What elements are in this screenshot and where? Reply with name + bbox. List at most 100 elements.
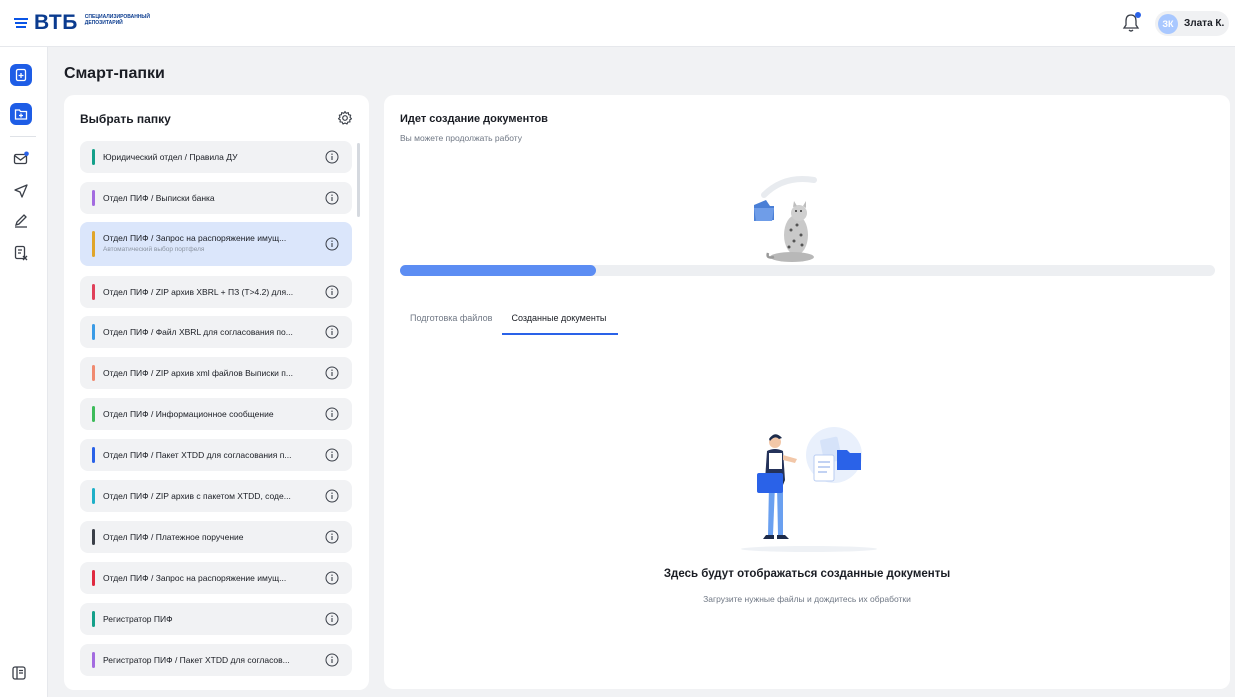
folder-color-marker [92,529,95,545]
pen-icon[interactable] [11,211,31,231]
folder-text: Регистратор ПИФ [103,614,316,624]
folder-item[interactable]: Отдел ПИФ / Файл XBRL для согласования п… [80,316,352,348]
folder-text: Отдел ПИФ / Выписки банка [103,193,316,203]
empty-state-subtitle: Загрузите нужные файлы и дождитесь их об… [703,594,911,604]
folder-text: Отдел ПИФ / ZIP архив с пакетом XTDD, со… [103,491,316,501]
page-title: Смарт-папки [64,65,165,82]
rail-divider [10,136,36,137]
tab-created-documents[interactable]: Созданные документы [502,307,619,335]
folder-text: Регистратор ПИФ / Пакет XTDD для согласо… [103,655,316,665]
folder-text: Отдел ПИФ / Информационное сообщение [103,409,316,419]
folder-plus-icon[interactable] [10,103,32,125]
folder-item[interactable]: Отдел ПИФ / ZIP архив XBRL + ПЗ (T>4.2) … [80,276,352,308]
folder-item[interactable]: Отдел ПИФ / ZIP архив xml файлов Выписки… [80,357,352,389]
folder-item[interactable]: Регистратор ПИФ [80,603,352,635]
folder-color-marker [92,190,95,206]
folder-item[interactable]: Отдел ПИФ / Выписки банка [80,182,352,214]
info-icon[interactable] [325,285,339,299]
user-menu-button[interactable]: ЗК Злата К. [1155,11,1229,36]
folder-color-marker [92,447,95,463]
folder-text: Отдел ПИФ / Запрос на распоряжение имущ.… [103,573,316,583]
folder-color-marker [92,652,95,668]
folder-label: Отдел ПИФ / Файл XBRL для согласования п… [103,327,293,337]
notification-dot [1135,12,1141,18]
folder-color-marker [92,611,95,627]
folder-label: Регистратор ПИФ / Пакет XTDD для согласо… [103,655,290,665]
top-bar: ВТБ Специализированный депозитарий ЗК Зл… [0,0,1235,47]
folder-list-scrollbar[interactable] [357,143,360,217]
folder-text: Отдел ПИФ / Файл XBRL для согласования п… [103,327,316,337]
info-icon[interactable] [325,571,339,585]
folder-color-marker [92,231,95,257]
info-icon[interactable] [325,237,339,251]
folder-label: Отдел ПИФ / Информационное сообщение [103,409,274,419]
folder-color-marker [92,284,95,300]
tabs: Подготовка файлов Созданные документы [400,307,619,335]
folder-text: Юридический отдел / Правила ДУ [103,152,316,162]
folder-sublabel: Автоматический выбор портфеля [103,246,205,253]
folder-item[interactable]: Отдел ПИФ / ZIP архив с пакетом XTDD, со… [80,480,352,512]
folder-item[interactable]: Отдел ПИФ / Информационное сообщение [80,398,352,430]
mail-icon[interactable] [11,149,31,169]
folder-label: Юридический отдел / Правила ДУ [103,152,238,162]
document-x-icon[interactable] [11,243,31,263]
panel-icon[interactable] [11,665,31,685]
info-icon[interactable] [325,448,339,462]
folder-item[interactable]: Отдел ПИФ / Пакет XTDD для согласования … [80,439,352,471]
folder-text: Отдел ПИФ / Пакет XTDD для согласования … [103,450,316,460]
folder-label: Отдел ПИФ / ZIP архив с пакетом XTDD, со… [103,491,291,501]
folder-label: Отдел ПИФ / Запрос на распоряжение имущ.… [103,573,287,583]
folder-item[interactable]: Юридический отдел / Правила ДУ [80,141,352,173]
folder-text: Отдел ПИФ / Платежное поручение [103,532,316,542]
folder-color-marker [92,570,95,586]
main-panel: Идет создание документов Вы можете продо… [384,95,1230,689]
avatar: ЗК [1158,13,1178,34]
gear-icon[interactable] [337,110,353,126]
folder-item[interactable]: Регистратор ПИФ / Пакет XTDD для согласо… [80,644,352,676]
vtb-logo[interactable]: ВТБ Специализированный депозитарий [14,11,150,34]
folder-label: Отдел ПИФ / Платежное поручение [103,532,244,542]
status-subtitle: Вы можете продолжать работу [400,133,522,143]
logo-text: ВТБ [34,11,78,34]
folder-text: Отдел ПИФ / ZIP архив XBRL + ПЗ (T>4.2) … [103,287,316,297]
folder-panel: Выбрать папку Юридический отдел / Правил… [64,95,369,690]
info-icon[interactable] [325,407,339,421]
folder-text: Отдел ПИФ / Запрос на распоряжение имущ.… [103,233,316,253]
left-rail [0,47,48,697]
folder-label: Отдел ПИФ / ZIP архив XBRL + ПЗ (T>4.2) … [103,287,294,297]
folder-item[interactable]: Отдел ПИФ / Запрос на распоряжение имущ.… [80,562,352,594]
info-icon[interactable] [325,612,339,626]
progress-fill [400,265,596,276]
tab-file-preparation[interactable]: Подготовка файлов [400,307,502,335]
empty-state-title: Здесь будут отображаться созданные докум… [663,568,951,580]
logo-stripes-icon [14,18,28,28]
folder-label: Регистратор ПИФ [103,614,173,624]
folder-label: Отдел ПИФ / ZIP архив xml файлов Выписки… [103,368,293,378]
status-title: Идет создание документов [400,113,548,125]
logo-subtitle-line2: депозитарий [84,20,123,26]
info-icon[interactable] [325,653,339,667]
folder-label: Отдел ПИФ / Пакет XTDD для согласования … [103,450,292,460]
info-icon[interactable] [325,530,339,544]
folder-label: Отдел ПИФ / Выписки банка [103,193,215,203]
info-icon[interactable] [325,325,339,339]
leopard-illustration [744,175,824,265]
info-icon[interactable] [325,366,339,380]
folder-item[interactable]: Отдел ПИФ / Платежное поручение [80,521,352,553]
folder-item[interactable]: Отдел ПИФ / Запрос на распоряжение имущ.… [80,222,352,266]
info-icon[interactable] [325,489,339,503]
folder-color-marker [92,406,95,422]
user-name: Злата К. [1184,18,1225,29]
folder-color-marker [92,324,95,340]
info-icon[interactable] [325,191,339,205]
folder-color-marker [92,488,95,504]
folder-text: Отдел ПИФ / ZIP архив xml файлов Выписки… [103,368,316,378]
progress-bar [400,265,1215,276]
folder-label: Отдел ПИФ / Запрос на распоряжение имущ.… [103,233,287,243]
file-plus-icon[interactable] [10,64,32,86]
info-icon[interactable] [325,150,339,164]
bell-icon[interactable] [1122,12,1141,33]
folder-color-marker [92,149,95,165]
send-icon[interactable] [11,181,31,201]
empty-state-illustration [739,425,879,555]
